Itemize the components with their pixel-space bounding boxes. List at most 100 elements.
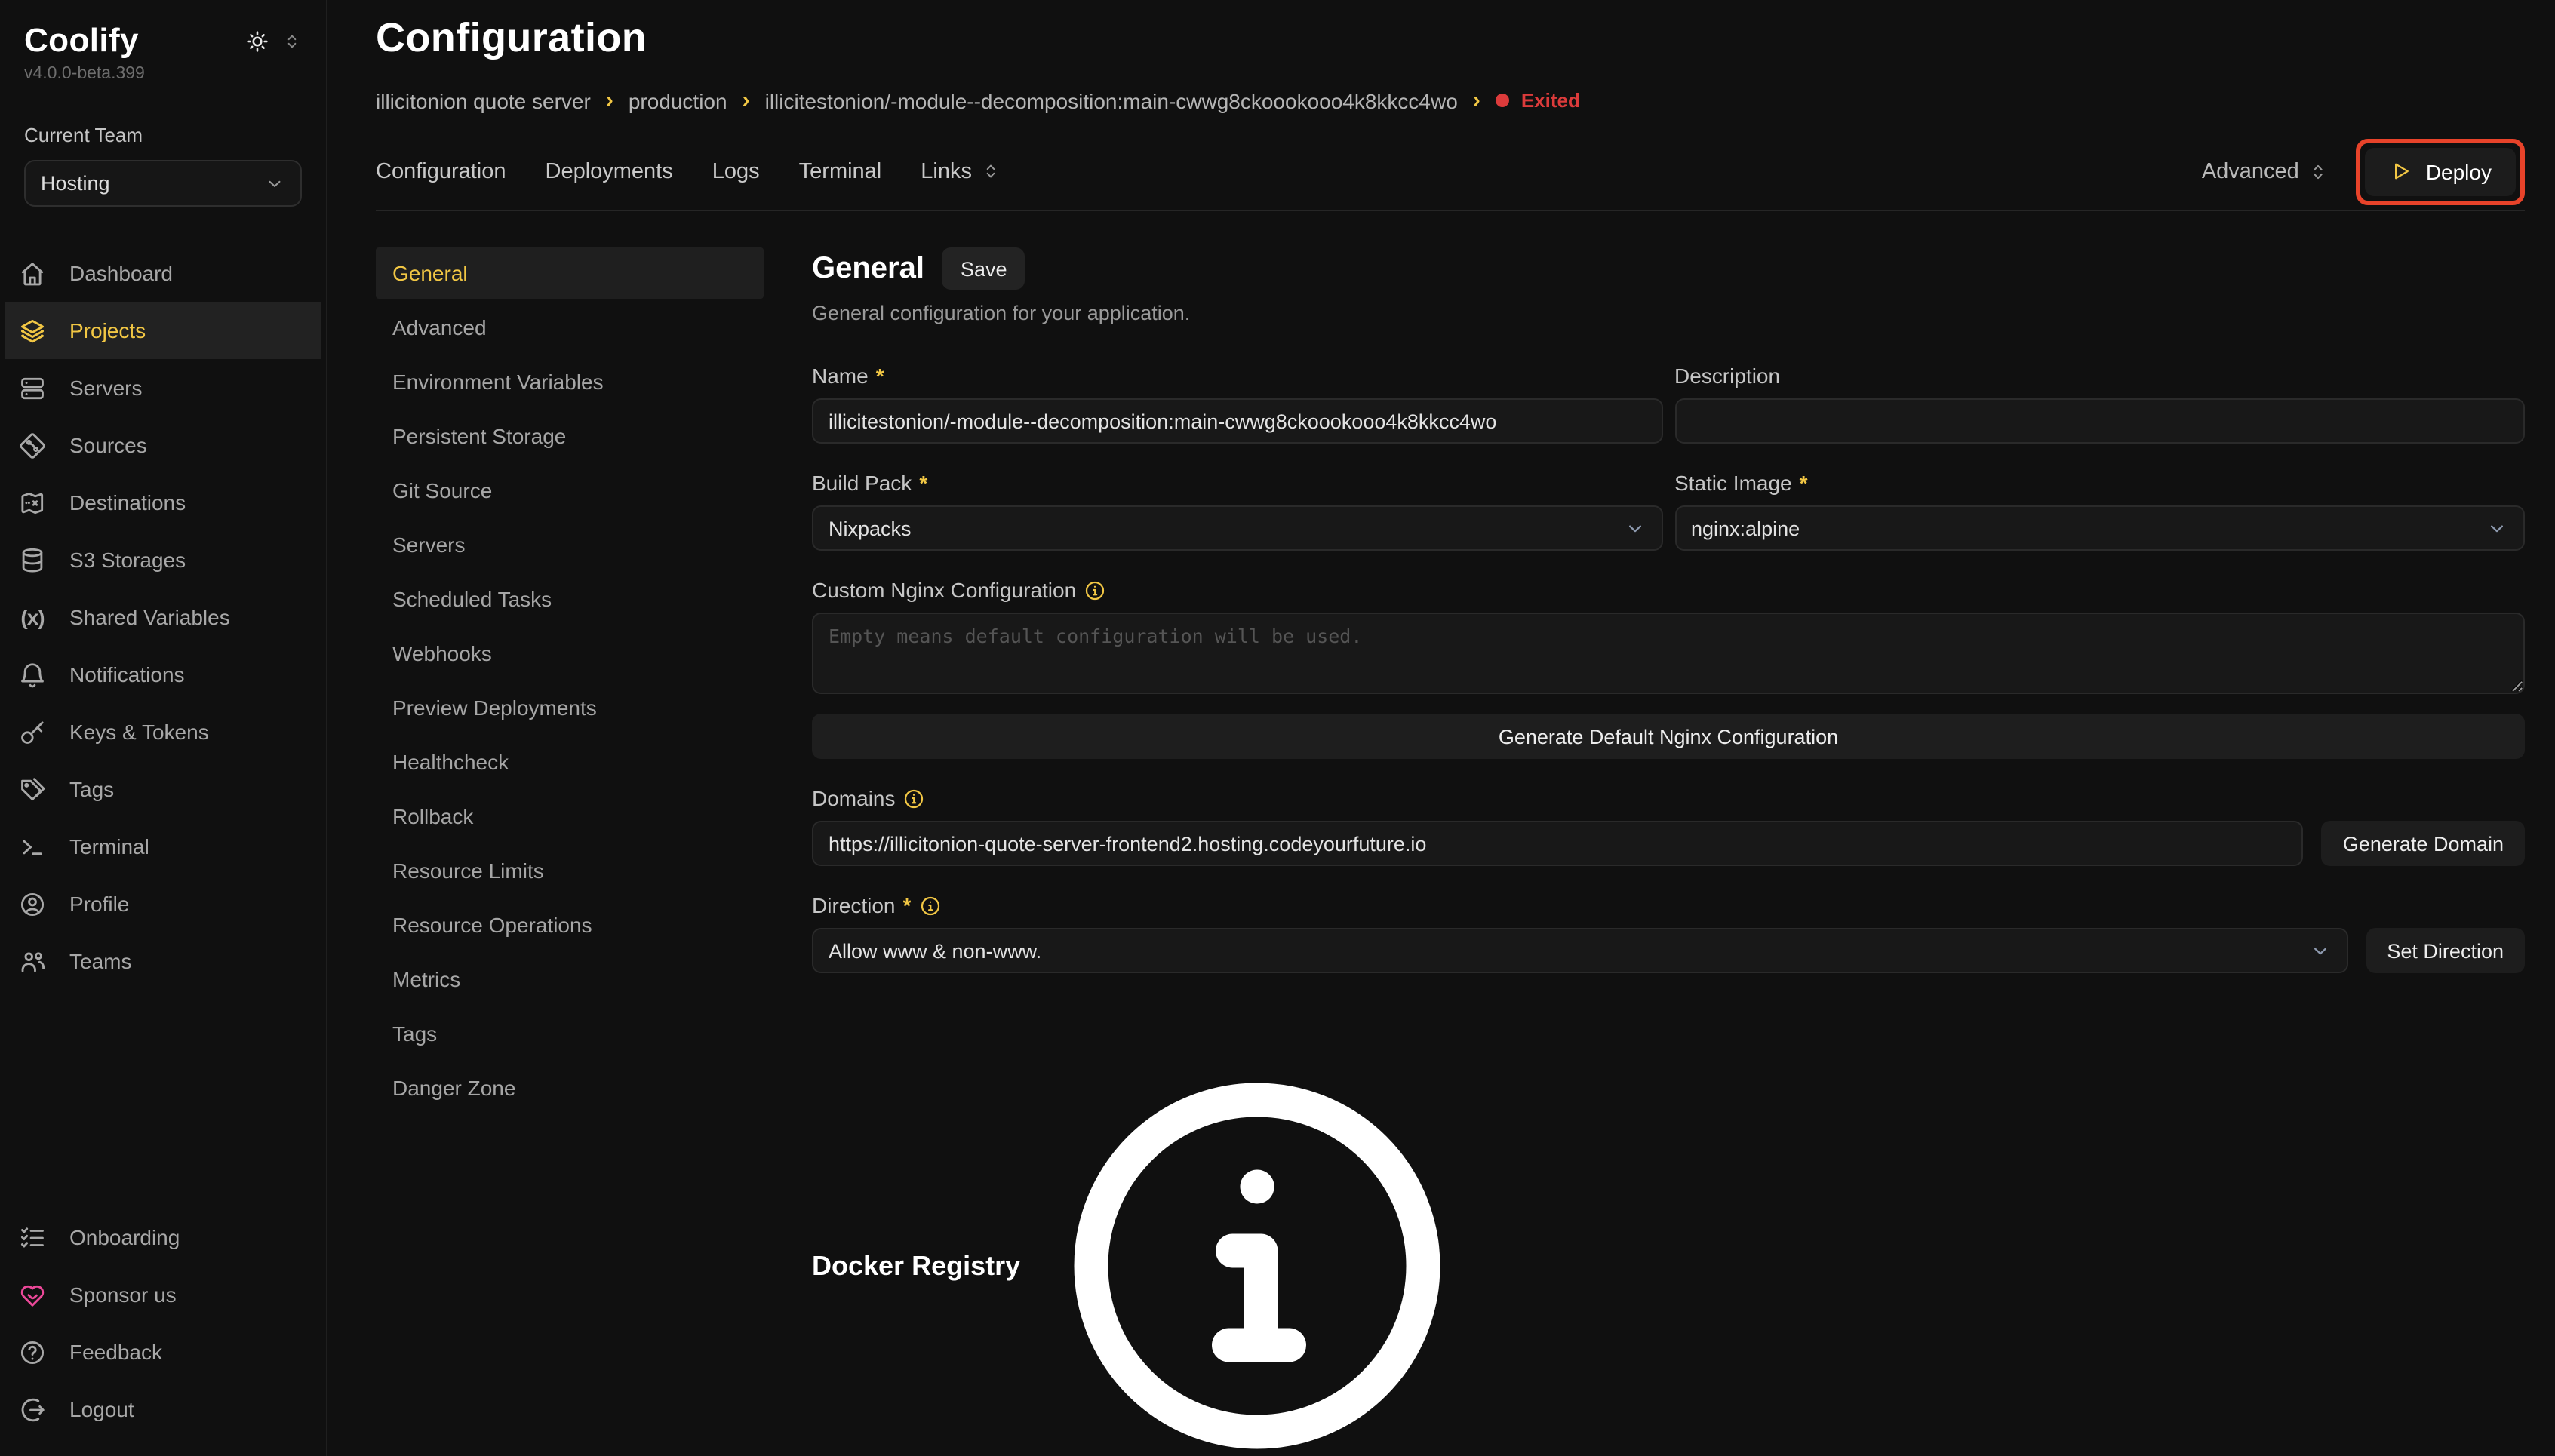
nginx-config-textarea[interactable] [812, 613, 2525, 694]
tab-label: Links [921, 159, 972, 183]
sidebar-item-label: Onboarding [69, 1225, 180, 1249]
subnav-item-tags[interactable]: Tags [376, 1008, 764, 1059]
sidebar-item-servers[interactable]: Servers [5, 359, 321, 416]
theme-sun-icon[interactable] [244, 29, 270, 54]
tab-logs[interactable]: Logs [712, 159, 760, 183]
sidebar-item-destinations[interactable]: Destinations [5, 474, 321, 531]
bell-icon [18, 660, 47, 689]
static-image-label: Static Image* [1674, 471, 2525, 495]
subnav-item-resource-operations[interactable]: Resource Operations [376, 899, 764, 951]
subnav-item-resource-limits[interactable]: Resource Limits [376, 845, 764, 896]
status-badge: Exited [1496, 89, 1580, 112]
subnav-item-rollback[interactable]: Rollback [376, 791, 764, 842]
tab-links[interactable]: Links [921, 159, 1001, 183]
deploy-highlight-annotation: Deploy [2357, 138, 2525, 204]
sidebar-item-sources[interactable]: Sources [5, 416, 321, 474]
direction-select[interactable]: Allow www & non-www. [812, 928, 2347, 973]
subnav-item-environment-variables[interactable]: Environment Variables [376, 356, 764, 407]
generate-nginx-button[interactable]: Generate Default Nginx Configuration [812, 714, 2525, 759]
breadcrumb-application[interactable]: illicitestonion/-module--decomposition:m… [765, 88, 1458, 112]
docker-registry-heading: Docker Registry [812, 1040, 2525, 1456]
sidebar-item-onboarding[interactable]: Onboarding [5, 1209, 321, 1266]
subnav-item-danger-zone[interactable]: Danger Zone [376, 1062, 764, 1114]
name-input[interactable] [812, 398, 1662, 444]
sidebar-item-profile[interactable]: Profile [5, 875, 321, 932]
build-pack-select[interactable]: Nixpacks [812, 505, 1662, 551]
general-subtitle: General configuration for your applicati… [812, 302, 2525, 324]
user-circle-icon [18, 889, 47, 918]
info-icon[interactable] [903, 787, 926, 809]
breadcrumb-project[interactable]: illicitonion quote server [376, 88, 591, 112]
sidebar-item-dashboard[interactable]: Dashboard [5, 244, 321, 302]
required-asterisk: * [919, 471, 927, 495]
description-input[interactable] [1674, 398, 2525, 444]
required-asterisk: * [876, 364, 884, 388]
subnav-item-healthcheck[interactable]: Healthcheck [376, 736, 764, 788]
heart-hands-icon [18, 1280, 47, 1309]
sidebar-item-tags[interactable]: Tags [5, 760, 321, 818]
breadcrumb-environment[interactable]: production [629, 88, 727, 112]
subnav-item-servers[interactable]: Servers [376, 519, 764, 570]
sidebar-item-label: Tags [69, 777, 114, 801]
tab-deployments[interactable]: Deployments [546, 159, 673, 183]
main-content: Configuration illicitonion quote server … [329, 0, 2555, 1456]
status-text: Exited [1521, 89, 1580, 112]
info-icon[interactable] [1084, 579, 1106, 601]
sidebar-item-notifications[interactable]: Notifications [5, 646, 321, 703]
sidebar-item-shared-variables[interactable]: (x) Shared Variables [5, 588, 321, 646]
git-icon [18, 431, 47, 459]
sidebar-item-label: Sources [69, 433, 147, 457]
general-form: General Save General configuration for y… [812, 247, 2525, 1456]
theme-chevrons-icon[interactable] [282, 32, 302, 51]
tab-configuration[interactable]: Configuration [376, 159, 506, 183]
sidebar-item-s3-storages[interactable]: S3 Storages [5, 531, 321, 588]
subnav-item-advanced[interactable]: Advanced [376, 302, 764, 353]
tags-icon [18, 775, 47, 803]
subnav-item-preview-deployments[interactable]: Preview Deployments [376, 682, 764, 733]
layers-icon [18, 316, 47, 345]
name-label: Name* [812, 364, 1662, 388]
build-pack-value: Nixpacks [829, 517, 912, 539]
help-circle-icon [18, 1338, 47, 1366]
logout-icon [18, 1395, 47, 1424]
domains-input[interactable] [812, 821, 2304, 866]
chevron-down-icon [264, 173, 285, 194]
sidebar-item-sponsor-us[interactable]: Sponsor us [5, 1266, 321, 1323]
play-icon [2390, 160, 2412, 183]
sidebar-item-label: Feedback [69, 1340, 162, 1364]
subnav-label: Metrics [392, 967, 460, 991]
sidebar-item-terminal[interactable]: Terminal [5, 818, 321, 875]
tab-terminal[interactable]: Terminal [799, 159, 882, 183]
advanced-label: Advanced [2202, 159, 2299, 183]
static-image-value: nginx:alpine [1691, 517, 1800, 539]
subnav-item-persistent-storage[interactable]: Persistent Storage [376, 410, 764, 462]
save-button[interactable]: Save [942, 247, 1025, 290]
subnav-label: Git Source [392, 478, 492, 502]
subnav-item-webhooks[interactable]: Webhooks [376, 628, 764, 679]
sidebar-item-keys-tokens[interactable]: Keys & Tokens [5, 703, 321, 760]
subnav-item-scheduled-tasks[interactable]: Scheduled Tasks [376, 573, 764, 625]
subnav-item-metrics[interactable]: Metrics [376, 954, 764, 1005]
static-image-select[interactable]: nginx:alpine [1674, 505, 2525, 551]
info-icon[interactable] [1031, 1040, 1483, 1456]
sidebar-item-projects[interactable]: Projects [5, 302, 321, 359]
sidebar-item-teams[interactable]: Teams [5, 932, 321, 990]
subnav-label: Resource Limits [392, 859, 544, 883]
deploy-button[interactable]: Deploy [2366, 147, 2516, 195]
current-team-label: Current Team [24, 124, 302, 146]
set-direction-button[interactable]: Set Direction [2366, 928, 2525, 973]
sidebar-item-logout[interactable]: Logout [5, 1381, 321, 1438]
advanced-dropdown[interactable]: Advanced [2202, 159, 2329, 183]
database-icon [18, 545, 47, 574]
checklist-icon [18, 1223, 47, 1252]
settings-subnav: General Advanced Environment Variables P… [376, 247, 764, 1117]
status-dot-icon [1496, 94, 1509, 107]
subnav-item-general[interactable]: General [376, 247, 764, 299]
generate-domain-button[interactable]: Generate Domain [2322, 821, 2525, 866]
subnav-label: Healthcheck [392, 750, 509, 774]
required-asterisk: * [903, 893, 912, 917]
info-icon[interactable] [918, 894, 941, 917]
team-select[interactable]: Hosting [24, 160, 302, 207]
sidebar-item-feedback[interactable]: Feedback [5, 1323, 321, 1381]
subnav-item-git-source[interactable]: Git Source [376, 465, 764, 516]
